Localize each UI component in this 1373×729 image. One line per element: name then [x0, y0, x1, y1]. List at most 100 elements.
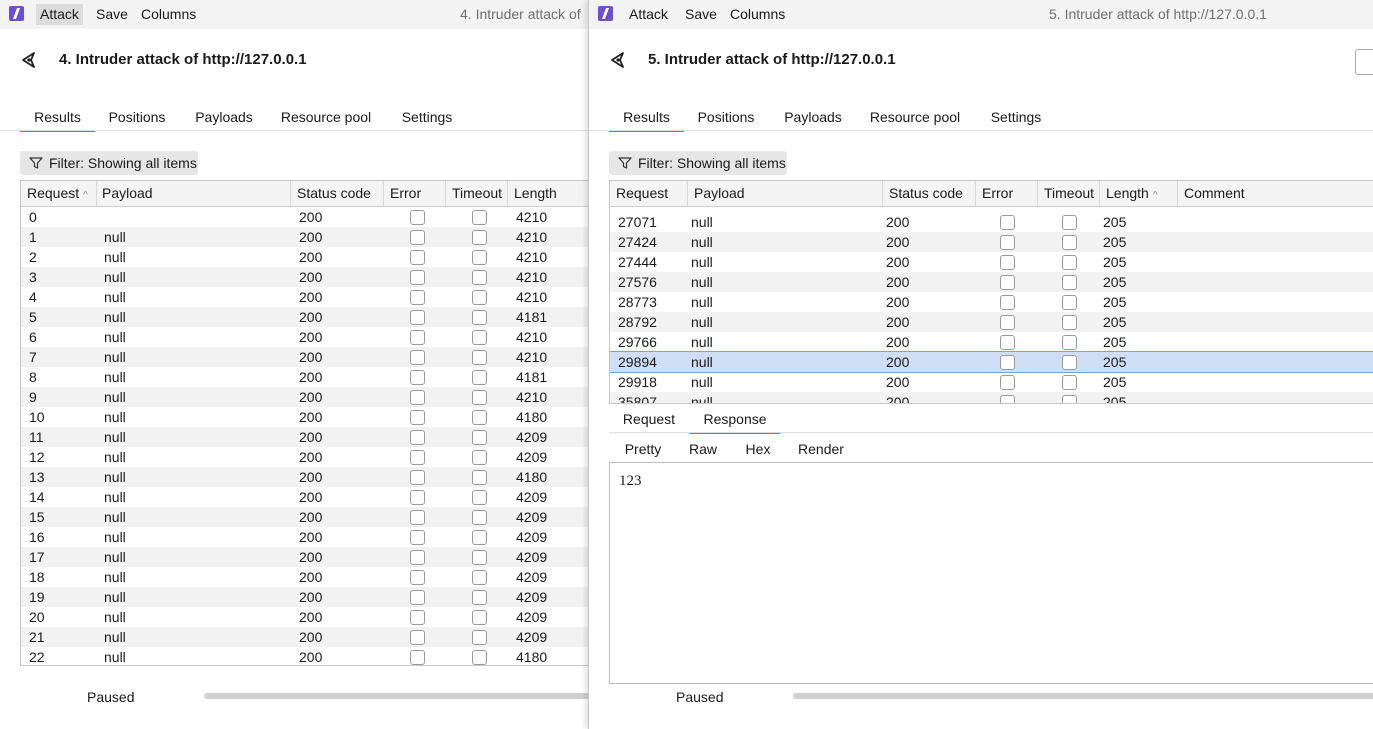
table-row[interactable]: 9 null 200 4210: [21, 387, 588, 407]
timeout-checkbox[interactable]: [1062, 395, 1077, 403]
tab-request[interactable]: Request: [609, 408, 689, 432]
table-row[interactable]: 1 null 200 4210: [21, 227, 588, 247]
timeout-checkbox[interactable]: [1062, 215, 1077, 230]
column-request[interactable]: Request ^: [21, 181, 97, 206]
error-checkbox[interactable]: [410, 410, 425, 425]
table-row[interactable]: 14 null 200 4209: [21, 487, 588, 507]
table-row[interactable]: 2 null 200 4210: [21, 247, 588, 267]
error-checkbox[interactable]: [410, 610, 425, 625]
error-checkbox[interactable]: [410, 570, 425, 585]
timeout-checkbox[interactable]: [1062, 315, 1077, 330]
column-comment[interactable]: Comment: [1178, 181, 1373, 206]
tab-positions[interactable]: Positions: [691, 106, 761, 130]
table-row[interactable]: 28792 null 200 205: [610, 312, 1373, 332]
menu-attack[interactable]: Attack: [36, 4, 83, 25]
timeout-checkbox[interactable]: [1062, 275, 1077, 290]
menu-columns[interactable]: Columns: [726, 4, 789, 25]
error-checkbox[interactable]: [1000, 395, 1015, 403]
error-checkbox[interactable]: [1000, 255, 1015, 270]
tab-payloads[interactable]: Payloads: [190, 106, 258, 130]
table-row[interactable]: 19 null 200 4209: [21, 587, 588, 607]
tab-hex[interactable]: Hex: [735, 438, 781, 462]
table-row[interactable]: 16 null 200 4209: [21, 527, 588, 547]
tab-resource-pool[interactable]: Resource pool: [278, 106, 374, 130]
timeout-checkbox[interactable]: [1062, 375, 1077, 390]
table-row[interactable]: 4 null 200 4210: [21, 287, 588, 307]
menu-columns[interactable]: Columns: [137, 4, 200, 25]
table-row[interactable]: 27576 null 200 205: [610, 272, 1373, 292]
tab-render[interactable]: Render: [785, 438, 857, 464]
table-row[interactable]: 27424 null 200 205: [610, 232, 1373, 252]
table-row[interactable]: 5 null 200 4181: [21, 307, 588, 327]
error-checkbox[interactable]: [410, 350, 425, 365]
timeout-checkbox[interactable]: [1062, 255, 1077, 270]
timeout-checkbox[interactable]: [472, 610, 487, 625]
timeout-checkbox[interactable]: [472, 270, 487, 285]
error-checkbox[interactable]: [410, 590, 425, 605]
error-checkbox[interactable]: [410, 230, 425, 245]
table-row[interactable]: 13 null 200 4180: [21, 467, 588, 487]
table-row[interactable]: 27071 null 200 205: [610, 212, 1373, 232]
tab-positions[interactable]: Positions: [102, 106, 172, 130]
error-checkbox[interactable]: [410, 510, 425, 525]
error-checkbox[interactable]: [410, 290, 425, 305]
table-row[interactable]: 18 null 200 4209: [21, 567, 588, 587]
error-checkbox[interactable]: [1000, 355, 1015, 370]
timeout-checkbox[interactable]: [1062, 235, 1077, 250]
timeout-checkbox[interactable]: [472, 550, 487, 565]
error-checkbox[interactable]: [410, 390, 425, 405]
error-checkbox[interactable]: [410, 250, 425, 265]
error-checkbox[interactable]: [1000, 295, 1015, 310]
error-checkbox[interactable]: [410, 490, 425, 505]
column-request[interactable]: Request: [610, 181, 688, 206]
table-row[interactable]: 27444 null 200 205: [610, 252, 1373, 272]
table-row[interactable]: 7 null 200 4210: [21, 347, 588, 367]
table-row[interactable]: 6 null 200 4210: [21, 327, 588, 347]
error-checkbox[interactable]: [410, 470, 425, 485]
column-error[interactable]: Error: [384, 181, 446, 206]
error-checkbox[interactable]: [410, 630, 425, 645]
timeout-checkbox[interactable]: [472, 570, 487, 585]
table-row[interactable]: 35807 null 200 205: [610, 392, 1373, 403]
table-row[interactable]: 29766 null 200 205: [610, 332, 1373, 352]
table-row[interactable]: 29918 null 200 205: [610, 372, 1373, 392]
column-timeout[interactable]: Timeout: [1038, 181, 1100, 206]
timeout-checkbox[interactable]: [1062, 295, 1077, 310]
error-checkbox[interactable]: [1000, 215, 1015, 230]
column-status-code[interactable]: Status code: [291, 181, 384, 206]
timeout-checkbox[interactable]: [472, 330, 487, 345]
tab-pretty[interactable]: Pretty: [613, 438, 673, 462]
start-attack-button[interactable]: [1355, 49, 1373, 75]
timeout-checkbox[interactable]: [472, 290, 487, 305]
error-checkbox[interactable]: [410, 310, 425, 325]
tab-settings[interactable]: Settings: [394, 106, 460, 130]
error-checkbox[interactable]: [410, 370, 425, 385]
timeout-checkbox[interactable]: [472, 450, 487, 465]
timeout-checkbox[interactable]: [472, 410, 487, 425]
filter-button[interactable]: Filter: Showing all items: [20, 151, 198, 175]
error-checkbox[interactable]: [410, 550, 425, 565]
error-checkbox[interactable]: [410, 330, 425, 345]
table-row[interactable]: 21 null 200 4209: [21, 627, 588, 647]
menu-save[interactable]: Save: [92, 4, 132, 25]
tab-response[interactable]: Response: [690, 408, 780, 434]
column-timeout[interactable]: Timeout: [446, 181, 508, 206]
timeout-checkbox[interactable]: [472, 590, 487, 605]
filter-button[interactable]: Filter: Showing all items: [609, 151, 787, 175]
timeout-checkbox[interactable]: [1062, 335, 1077, 350]
error-checkbox[interactable]: [1000, 375, 1015, 390]
timeout-checkbox[interactable]: [472, 510, 487, 525]
tab-settings[interactable]: Settings: [983, 106, 1049, 130]
menu-save[interactable]: Save: [681, 4, 721, 25]
tab-results[interactable]: Results: [20, 106, 95, 132]
table-row[interactable]: 12 null 200 4209: [21, 447, 588, 467]
error-checkbox[interactable]: [410, 650, 425, 665]
table-row[interactable]: 28773 null 200 205: [610, 292, 1373, 312]
error-checkbox[interactable]: [1000, 275, 1015, 290]
error-checkbox[interactable]: [410, 450, 425, 465]
horizontal-scrollbar[interactable]: [793, 693, 1373, 699]
table-row[interactable]: 11 null 200 4209: [21, 427, 588, 447]
timeout-checkbox[interactable]: [472, 370, 487, 385]
table-row[interactable]: 10 null 200 4180: [21, 407, 588, 427]
error-checkbox[interactable]: [410, 210, 425, 225]
